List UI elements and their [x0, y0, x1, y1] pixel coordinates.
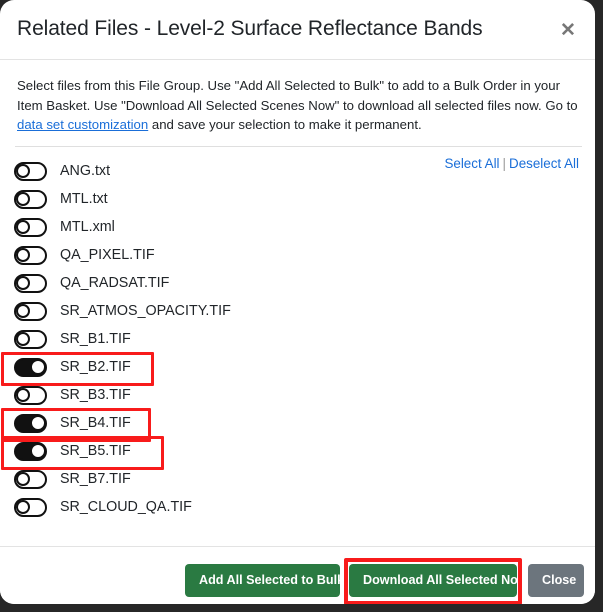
dialog-header: Related Files - Level-2 Surface Reflecta… [0, 0, 595, 60]
dialog-footer: Add All Selected to Bulk Download All Se… [0, 547, 595, 604]
file-name-label: SR_B4.TIF [60, 415, 131, 431]
file-row[interactable]: SR_CLOUD_QA.TIF [0, 493, 595, 521]
toggle-knob [30, 414, 46, 431]
file-row[interactable]: SR_B1.TIF [0, 325, 595, 353]
file-name-label: SR_B7.TIF [60, 471, 131, 487]
file-row[interactable]: MTL.txt [0, 185, 595, 213]
description-text-before: Select files from this File Group. Use "… [17, 78, 578, 113]
toggle-knob [30, 442, 46, 459]
divider [15, 146, 582, 147]
file-row[interactable]: SR_B5.TIF [0, 436, 595, 470]
toggle-knob [16, 191, 30, 206]
toggle-knob [16, 303, 30, 318]
close-icon[interactable]: ✕ [555, 18, 581, 44]
file-row[interactable]: ANG.txt [0, 157, 595, 185]
description-text-after: and save your selection to make it perma… [148, 117, 422, 132]
toggle-switch-off[interactable] [14, 161, 47, 181]
toggle-switch-off[interactable] [14, 385, 47, 405]
toggle-knob [30, 358, 46, 375]
file-row[interactable]: MTL.xml [0, 213, 595, 241]
file-name-label: SR_CLOUD_QA.TIF [60, 499, 192, 515]
toggle-knob [16, 219, 30, 234]
toggle-switch-on[interactable] [14, 413, 47, 433]
file-row[interactable]: QA_RADSAT.TIF [0, 269, 595, 297]
file-name-label: MTL.txt [60, 191, 108, 207]
file-name-label: ANG.txt [60, 163, 111, 179]
file-list: ANG.txt MTL.txt MTL.xml QA_PIXEL.TIF QA_RADS… [0, 157, 595, 521]
toggle-switch-off[interactable] [14, 189, 47, 209]
page-title: Related Files - Level-2 Surface Reflecta… [17, 17, 483, 40]
toggle-knob [16, 247, 30, 262]
toggle-knob [16, 499, 30, 514]
file-row[interactable]: QA_PIXEL.TIF [0, 241, 595, 269]
toggle-switch-on[interactable] [14, 441, 47, 461]
related-files-dialog: Related Files - Level-2 Surface Reflecta… [0, 0, 595, 604]
file-name-label: SR_B3.TIF [60, 387, 131, 403]
dialog-description: Select files from this File Group. Use "… [17, 76, 579, 135]
browser-window-frame: Related Files - Level-2 Surface Reflecta… [0, 0, 603, 612]
toggle-switch-off[interactable] [14, 469, 47, 489]
toggle-switch-on[interactable] [14, 357, 47, 377]
toggle-switch-off[interactable] [14, 329, 47, 349]
file-name-label: MTL.xml [60, 219, 115, 235]
file-row[interactable]: SR_B2.TIF [0, 352, 595, 386]
file-row[interactable]: SR_B4.TIF [0, 408, 595, 442]
data-set-customization-link[interactable]: data set customization [17, 117, 148, 132]
file-name-label: SR_B1.TIF [60, 331, 131, 347]
file-row[interactable]: SR_B3.TIF [0, 381, 595, 409]
toggle-knob [16, 387, 30, 402]
toggle-switch-off[interactable] [14, 273, 47, 293]
toggle-switch-off[interactable] [14, 245, 47, 265]
file-row[interactable]: SR_B7.TIF [0, 465, 595, 493]
toggle-knob [16, 331, 30, 346]
file-name-label: SR_B2.TIF [60, 359, 131, 375]
toggle-knob [16, 163, 30, 178]
close-button[interactable]: Close [528, 564, 584, 597]
download-all-selected-now-button[interactable]: Download All Selected Now [349, 564, 528, 597]
toggle-knob [16, 275, 30, 290]
toggle-switch-off[interactable] [14, 497, 47, 517]
file-name-label: SR_ATMOS_OPACITY.TIF [60, 303, 231, 319]
file-name-label: QA_RADSAT.TIF [60, 275, 170, 291]
file-row[interactable]: SR_ATMOS_OPACITY.TIF [0, 297, 595, 325]
file-name-label: QA_PIXEL.TIF [60, 247, 155, 263]
file-name-label: SR_B5.TIF [60, 443, 131, 459]
toggle-switch-off[interactable] [14, 217, 47, 237]
add-all-selected-to-bulk-button[interactable]: Add All Selected to Bulk [185, 564, 344, 597]
toggle-switch-off[interactable] [14, 301, 47, 321]
toggle-knob [16, 471, 30, 486]
